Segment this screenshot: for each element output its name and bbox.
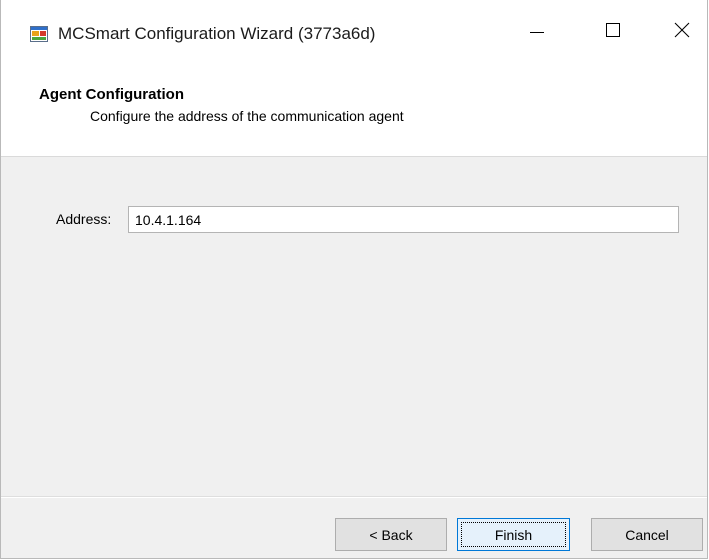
finish-button[interactable]: Finish (457, 518, 570, 551)
minimize-icon (529, 22, 545, 38)
close-icon (674, 22, 690, 38)
maximize-icon (605, 22, 621, 38)
footer-separator (1, 496, 707, 498)
maximize-button[interactable] (584, 0, 642, 59)
wizard-window: MCSmart Configuration Wizard (3773a6d) A… (0, 0, 708, 559)
minimize-button[interactable] (508, 0, 566, 59)
page-title: Agent Configuration (39, 86, 184, 103)
close-button[interactable] (653, 0, 707, 59)
address-input[interactable] (128, 206, 679, 233)
back-button[interactable]: < Back (335, 518, 447, 551)
cancel-button[interactable]: Cancel (591, 518, 703, 551)
address-label: Address: (56, 211, 112, 227)
page-subtitle: Configure the address of the communicati… (90, 108, 404, 124)
app-window-icon (30, 26, 48, 42)
window-title: MCSmart Configuration Wizard (3773a6d) (58, 24, 376, 43)
title-bar[interactable]: MCSmart Configuration Wizard (3773a6d) (1, 0, 707, 59)
finish-button-label: Finish (494, 526, 533, 543)
wizard-header: Agent Configuration Configure the addres… (1, 59, 707, 157)
